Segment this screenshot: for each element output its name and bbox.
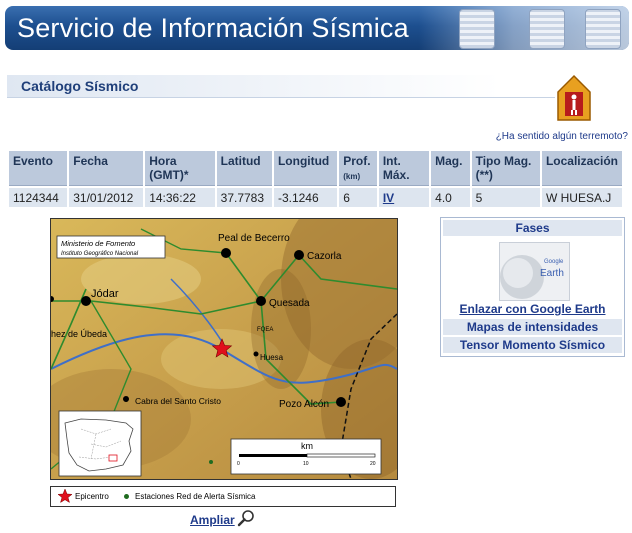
ampliar-link[interactable]: Ampliar [190,513,235,527]
col-int-label: Int. [382,154,401,168]
google-earth-icon[interactable]: Google Earth [499,242,570,301]
cell-int: IV [378,188,430,207]
col-evento: Evento [9,151,68,186]
col-hora: Hora (GMT)* [145,151,215,186]
site-title: Servicio de Información Sísmica [17,13,409,43]
place-fqea: FQEA [257,327,273,333]
col-latitud: Latitud [216,151,272,186]
map-org-line2: Instituto Geográfico Nacional [61,251,139,257]
cell-longitud: -3.1246 [273,188,338,207]
station-dot-icon [124,494,129,499]
cell-fecha: 31/01/2012 [69,188,144,207]
place-quesada: Quesada [269,298,310,309]
scale-20: 20 [370,461,376,467]
seismograph-decoration [419,6,629,50]
site-banner: Servicio de Información Sísmica [5,6,629,50]
cell-mag: 4.0 [431,188,470,207]
gearth-logo: Earth [540,268,564,279]
gearth-logo-small: Google [544,259,564,265]
mapas-intensidades-link[interactable]: Mapas de intensidades [443,319,622,335]
seismograph-drum-icon [585,9,621,49]
town-marker [294,250,304,260]
col-mag: Mag. [431,151,470,186]
place-cazorla: Cazorla [307,251,342,262]
intensity-link[interactable]: IV [383,191,394,205]
col-int: Int. Máx. [378,151,430,186]
legend-epicentro: Epicentro [75,492,109,501]
legend-estaciones: Estaciones Red de Alerta Sísmica [135,492,256,501]
col-prof: Prof. (km) [339,151,377,186]
col-tipo-label: Tipo Mag. [475,154,532,168]
table-header-row: Evento Fecha Hora (GMT)* Latitud Longitud… [9,151,622,186]
epicenter-star-icon [57,489,73,503]
fases-panel: Fases Google Earth Enlazar con Google Ea… [440,217,625,357]
col-longitud: Longitud [273,151,338,186]
town-marker [336,397,346,407]
place-cabra: Cabra del Santo Cristo [135,396,221,406]
felt-earthquake-link[interactable]: ¿Ha sentido algún terremoto? [496,131,628,142]
col-fecha: Fecha [69,151,144,186]
town-marker [123,396,129,402]
fases-link[interactable]: Fases [443,220,622,236]
cell-latitud: 37.7783 [216,188,272,207]
google-earth-link[interactable]: Enlazar con Google Earth [443,302,622,316]
event-table: Evento Fecha Hora (GMT)* Latitud Longitud… [7,149,624,209]
cell-evento: 1124344 [9,188,68,207]
col-tipo-sub: (**) [475,168,493,182]
place-pozo: Pozo Alcón [279,399,329,410]
section-title: Catálogo Sísmico [21,78,139,94]
cell-hora: 14:36:22 [145,188,215,207]
col-hora-sub: (GMT)* [149,168,189,182]
place-huesa: Huesa [260,353,284,362]
col-int-sub: Máx. [382,168,410,182]
town-marker [256,296,266,306]
col-prof-label: Prof. [343,154,371,168]
seismograph-drum-icon [529,9,565,49]
cell-tipo-mag: 5 [471,188,540,207]
place-jodar: Jódar [91,288,119,300]
map-org-line1: Ministerio de Fomento [61,239,135,248]
scale-0: 0 [237,461,240,467]
magnifier-icon[interactable] [237,509,255,527]
seismograph-drum-icon [459,9,495,49]
col-localizacion: Localización [541,151,622,186]
cell-localizacion: W HUESA.J [541,188,622,207]
epicenter-map[interactable]: Ministerio de Fomento Instituto Geográfi… [50,218,398,480]
town-marker [253,351,259,357]
place-ubeda: hez de Úbeda [51,329,107,339]
map-legend: Epicentro Estaciones Red de Alerta Sísmi… [50,486,396,507]
map-canvas: Ministerio de Fomento Instituto Geográfi… [51,219,397,479]
tensor-momento-link[interactable]: Tensor Momento Sísmico [443,337,622,353]
station-marker [209,460,213,464]
col-hora-label: Hora [149,154,177,168]
col-prof-sub: (km) [343,172,361,181]
scale-10: 10 [303,461,309,467]
cell-prof: 6 [339,188,377,207]
col-tipo-mag: Tipo Mag. (**) [471,151,540,186]
table-row: 1124344 31/01/2012 14:36:22 37.7783 -3.1… [9,188,622,207]
town-marker [81,296,91,306]
town-marker [221,248,231,258]
house-person-icon[interactable] [556,74,592,126]
section-header: Catálogo Sísmico [7,75,555,98]
scale-unit: km [301,441,313,451]
place-peal: Peal de Becerro [218,233,290,244]
